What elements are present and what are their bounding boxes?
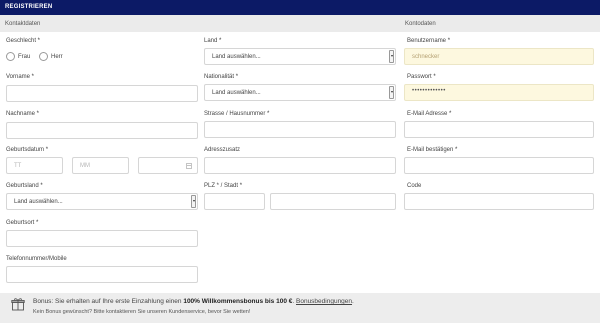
- zip-city-label: PLZ * / Stadt: [204, 183, 242, 189]
- radio-frau[interactable]: [6, 52, 15, 61]
- chevron-down-icon[interactable]: [389, 50, 394, 63]
- section-account-title: Kontodaten: [405, 21, 436, 27]
- gift-icon: [11, 298, 25, 311]
- bonus-subtext: Kein Bonus gewünscht? Bitte kontaktieren…: [33, 309, 251, 315]
- birthplace-label: Geburtsort: [6, 220, 38, 226]
- address-extra-input[interactable]: [204, 157, 396, 174]
- country-select[interactable]: Land auswählen...: [204, 48, 396, 65]
- section-account: Kontodaten: [400, 15, 600, 32]
- chevron-down-icon[interactable]: [191, 195, 196, 208]
- birthcountry-label: Geburtsland: [6, 183, 43, 189]
- calendar-icon[interactable]: [186, 163, 192, 169]
- birthdate-day-input[interactable]: TT: [6, 157, 63, 174]
- birthdate-month-placeholder: MM: [80, 163, 90, 169]
- radio-frau-label: Frau: [18, 54, 31, 60]
- email-confirm-input[interactable]: [404, 157, 594, 174]
- username-input[interactable]: schnecker: [404, 48, 594, 65]
- bonus-text: Bonus: Sie erhalten auf Ihre erste Einza…: [33, 298, 354, 305]
- nationality-label: Nationalität: [204, 74, 238, 80]
- chevron-down-icon[interactable]: [389, 86, 394, 99]
- password-value: •••••••••••••: [412, 88, 446, 94]
- radio-herr-label: Herr: [51, 54, 63, 60]
- username-value: schnecker: [412, 54, 440, 60]
- email-label: E-Mail Adresse: [407, 111, 451, 117]
- birthdate-label: Geburtsdatum: [6, 147, 48, 153]
- birthdate-day-placeholder: TT: [14, 163, 22, 169]
- firstname-input[interactable]: [6, 85, 198, 102]
- street-label: Strasse / Hausnummer: [204, 111, 269, 117]
- section-contact-title: Kontaktdaten: [5, 21, 41, 27]
- title-bar: REGISTRIEREN: [0, 0, 600, 15]
- birthplace-input[interactable]: [6, 230, 198, 247]
- nationality-value: Land auswählen...: [212, 90, 261, 96]
- email-input[interactable]: [404, 121, 594, 138]
- firstname-label: Vorname: [6, 74, 34, 80]
- nationality-select[interactable]: Land auswählen...: [204, 84, 396, 101]
- birthdate-year-input[interactable]: [138, 157, 198, 174]
- birthcountry-select[interactable]: Land auswählen...: [6, 193, 198, 210]
- email-confirm-label: E-Mail bestätigen: [407, 147, 457, 153]
- phone-label: Telefonnummer/Mobile: [6, 256, 67, 262]
- bonus-text-end: .: [352, 298, 354, 305]
- gender-label: Geschlecht: [6, 38, 40, 44]
- section-contact: Kontaktdaten: [0, 15, 400, 32]
- address-extra-label: Adresszusatz: [204, 147, 241, 153]
- city-input[interactable]: [270, 193, 396, 210]
- lastname-label: Nachname: [6, 111, 39, 117]
- radio-herr[interactable]: [39, 52, 48, 61]
- birthcountry-value: Land auswählen...: [14, 199, 63, 205]
- phone-input[interactable]: [6, 266, 198, 283]
- lastname-input[interactable]: [6, 122, 198, 139]
- zip-input[interactable]: [204, 193, 265, 210]
- street-input[interactable]: [204, 121, 396, 138]
- birthdate-month-input[interactable]: MM: [72, 157, 129, 174]
- password-input[interactable]: •••••••••••••: [404, 84, 594, 101]
- username-label: Benutzername: [407, 38, 450, 44]
- bonus-highlight: 100% Willkommensbonus bis 100 €: [183, 298, 293, 305]
- password-label: Passwort: [407, 74, 436, 80]
- code-input[interactable]: [404, 193, 594, 210]
- bonus-text-before: Bonus: Sie erhalten auf Ihre erste Einza…: [33, 298, 184, 305]
- country-value: Land auswählen...: [212, 54, 261, 60]
- country-label: Land: [204, 38, 221, 44]
- bonus-terms-link[interactable]: Bonusbedingungen: [296, 298, 352, 305]
- page-title: REGISTRIEREN: [5, 4, 53, 10]
- code-label: Code: [407, 183, 422, 189]
